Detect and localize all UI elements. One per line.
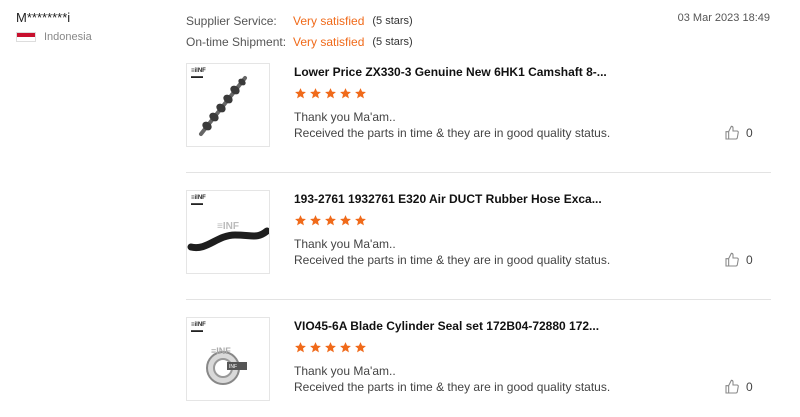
supplier-ratings: Supplier Service: Very satisfied (5 star… — [186, 11, 413, 53]
rating-label: Supplier Service: — [186, 14, 277, 28]
product-thumbnail[interactable]: ≡ilNF ▬▬ — [186, 63, 270, 147]
star-icon — [355, 215, 366, 226]
star-icon — [295, 215, 306, 226]
item-divider — [186, 172, 771, 173]
svg-text:INF: INF — [229, 364, 237, 370]
review-item: ≡ilNF ▬▬ ≡INF 193-2761 1932761 E320 Air D… — [186, 190, 770, 280]
product-thumbnail[interactable]: ≡ilNF ▬▬ INF ≡INF — [186, 317, 270, 401]
review-date: 03 Mar 2023 18:49 — [677, 12, 770, 24]
thumbs-up-icon — [725, 252, 739, 267]
like-button[interactable]: 0 — [724, 125, 753, 141]
item-divider — [186, 299, 771, 300]
review-text-line: Thank you Ma'am.. — [294, 364, 396, 378]
brand-logo-icon: ≡ilNF ▬▬ — [191, 195, 206, 207]
star-icon — [355, 342, 366, 353]
star-icon — [310, 342, 321, 353]
rating-label: On-time Shipment: — [186, 35, 287, 49]
review-text-line: Received the parts in time & they are in… — [294, 253, 611, 267]
rating-stars-text: (5 stars) — [372, 36, 413, 48]
like-button[interactable]: 0 — [724, 252, 753, 268]
rating-value: Very satisfied — [293, 35, 365, 49]
like-button[interactable]: 0 — [724, 379, 753, 395]
svg-text:≡INF: ≡INF — [217, 221, 239, 232]
product-title-link[interactable]: Lower Price ZX330-3 Genuine New 6HK1 Cam… — [294, 65, 607, 79]
reviewer-info: M********i Indonesia — [16, 10, 92, 43]
review-item: ≡ilNF ▬▬ INF ≡INF VIO45-6A Blade Cylinder… — [186, 317, 770, 407]
review-text-line: Thank you Ma'am.. — [294, 237, 396, 251]
star-icon — [310, 88, 321, 99]
star-icon — [340, 88, 351, 99]
review-text-line: Thank you Ma'am.. — [294, 110, 396, 124]
rating-value: Very satisfied — [293, 14, 365, 28]
like-count: 0 — [746, 380, 753, 394]
star-icon — [340, 342, 351, 353]
product-star-rating — [294, 341, 367, 354]
review-item: ≡ilNF ▬▬ Lower Price ZX330-3 Genuine New … — [186, 63, 770, 153]
review-text-line: Received the parts in time & they are in… — [294, 380, 611, 394]
thumbs-up-icon — [725, 125, 739, 140]
product-star-rating — [294, 214, 367, 227]
brand-logo-icon: ≡ilNF ▬▬ — [191, 68, 206, 80]
star-icon — [295, 88, 306, 99]
star-icon — [310, 215, 321, 226]
rating-row-supplier-service: Supplier Service: Very satisfied (5 star… — [186, 11, 413, 32]
rating-row-on-time-shipment: On-time Shipment: Very satisfied (5 star… — [186, 32, 413, 53]
product-title-link[interactable]: 193-2761 1932761 E320 Air DUCT Rubber Ho… — [294, 192, 602, 206]
star-icon — [325, 342, 336, 353]
star-icon — [325, 215, 336, 226]
rating-stars-text: (5 stars) — [372, 15, 413, 27]
brand-logo-icon: ≡ilNF ▬▬ — [191, 322, 206, 334]
product-star-rating — [294, 87, 367, 100]
like-count: 0 — [746, 253, 753, 267]
thumbs-up-icon — [725, 379, 739, 394]
star-icon — [355, 88, 366, 99]
reviewer-country: Indonesia — [16, 31, 92, 43]
star-icon — [325, 88, 336, 99]
star-icon — [295, 342, 306, 353]
svg-text:≡INF: ≡INF — [211, 346, 231, 356]
product-title-link[interactable]: VIO45-6A Blade Cylinder Seal set 172B04-… — [294, 319, 599, 333]
product-thumbnail[interactable]: ≡ilNF ▬▬ ≡INF — [186, 190, 270, 274]
country-label: Indonesia — [44, 31, 92, 43]
star-icon — [340, 215, 351, 226]
indonesia-flag-icon — [16, 32, 36, 42]
like-count: 0 — [746, 126, 753, 140]
review-text-line: Received the parts in time & they are in… — [294, 126, 611, 140]
reviewer-name: M********i — [16, 10, 71, 25]
